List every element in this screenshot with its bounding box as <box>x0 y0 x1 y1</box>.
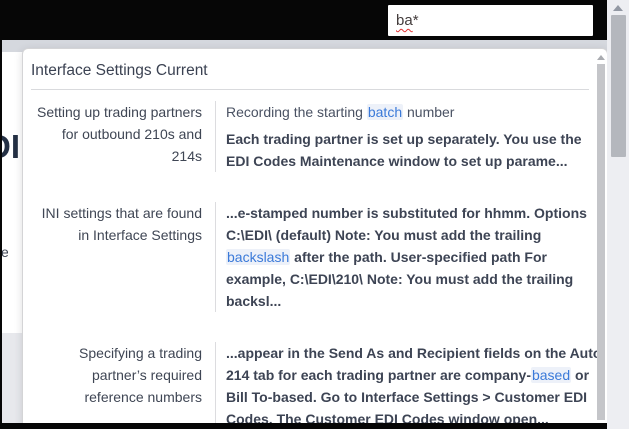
preview-text: number <box>403 104 454 120</box>
highlighted-match-term: based <box>531 367 571 383</box>
preview-text: ...e-stamped number is substituted for h… <box>226 205 587 243</box>
result-preview[interactable]: ...e-stamped number is substituted for h… <box>215 202 604 312</box>
result-preview[interactable]: Recording the starting batch number Each … <box>215 101 604 172</box>
dropdown-header: Interface Settings Current <box>23 49 607 89</box>
result-topic-link[interactable]: Setting up trading partners for outbound… <box>35 101 215 172</box>
result-topic-link[interactable]: INI settings that are found in Interface… <box>35 202 215 312</box>
search-results-dropdown: Interface Settings Current Setting up tr… <box>22 48 608 429</box>
result-title[interactable]: Recording the starting batch number <box>226 101 604 123</box>
dropdown-scrollbar-thumb[interactable] <box>597 64 605 420</box>
scroll-up-icon[interactable] <box>597 55 605 60</box>
search-wildcard-text: * <box>413 12 419 29</box>
result-topic-link[interactable]: Specifying a trading partner’s required … <box>35 342 215 429</box>
result-row[interactable]: Setting up trading partners for outbound… <box>35 101 607 172</box>
preview-text: Recording the starting <box>226 104 367 120</box>
window-left-border <box>0 0 2 429</box>
result-snippet: Each trading partner is set up separatel… <box>226 128 604 172</box>
search-term-text: ba <box>396 12 413 29</box>
highlighted-match-term: batch <box>367 104 403 120</box>
highlighted-match-term: backslash <box>226 249 290 265</box>
result-row[interactable]: Specifying a trading partner’s required … <box>35 342 607 429</box>
result-preview[interactable]: ...appear in the Send As and Recipient f… <box>215 342 604 429</box>
page-scrollbar[interactable] <box>607 0 629 429</box>
background-text-fragment: e <box>1 244 8 260</box>
results-list: Setting up trading partners for outbound… <box>23 90 607 429</box>
result-snippet: ...e-stamped number is substituted for h… <box>226 202 604 312</box>
result-row[interactable]: INI settings that are found in Interface… <box>35 202 607 312</box>
page-scrollbar-thumb[interactable] <box>611 15 626 157</box>
dropdown-title: Interface Settings Current <box>31 62 589 80</box>
preview-text: Each trading partner is set up separatel… <box>226 131 582 169</box>
search-input[interactable]: ba* <box>388 5 593 36</box>
scroll-up-icon[interactable] <box>613 5 623 11</box>
window-bottom-border <box>0 423 607 429</box>
background-sidebar-block <box>2 333 22 423</box>
result-snippet: ...appear in the Send As and Recipient f… <box>226 342 604 429</box>
background-heading-fragment: DI <box>2 130 21 174</box>
dropdown-scrollbar[interactable] <box>596 55 605 425</box>
